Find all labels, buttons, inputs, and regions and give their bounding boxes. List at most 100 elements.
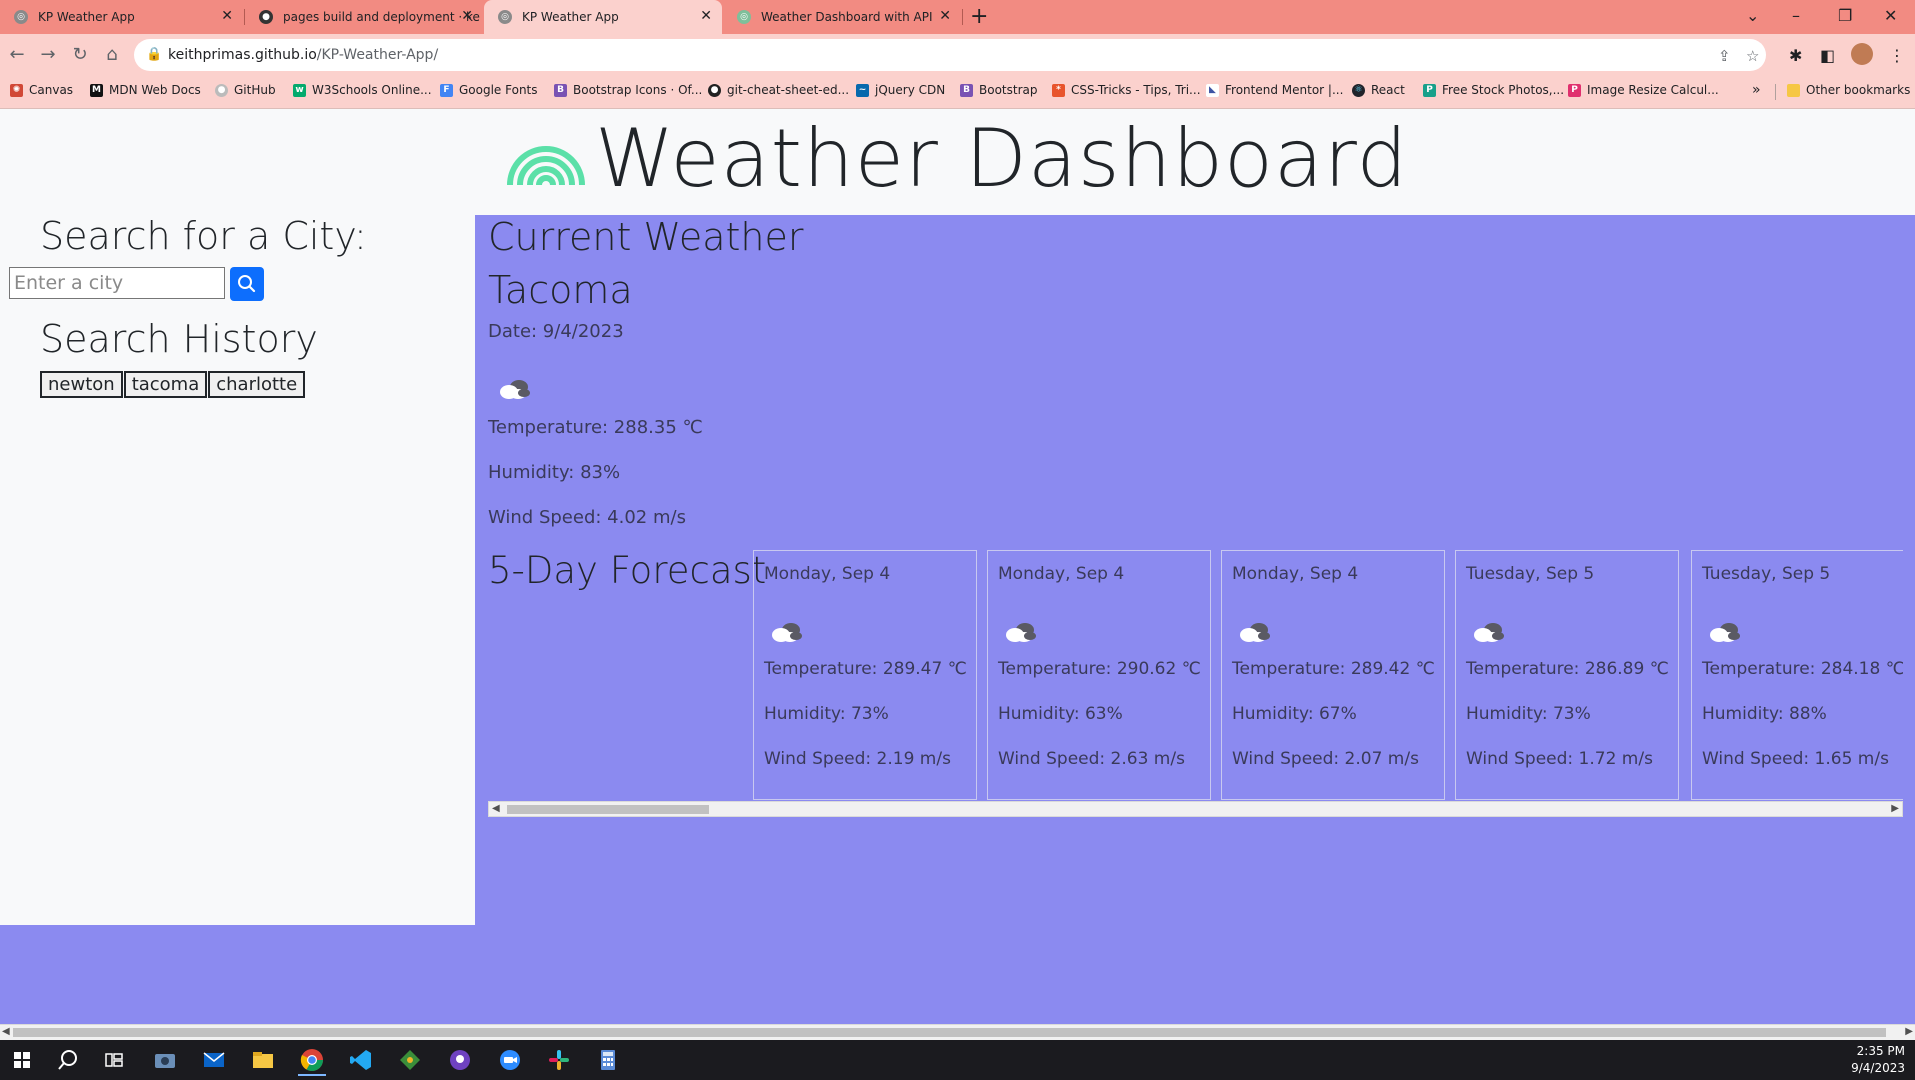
forecast-heading: 5-Day Forecast: [488, 549, 767, 592]
bookmark-git-cheat-sheet[interactable]: ● git-cheat-sheet-ed...: [708, 83, 849, 97]
address-bar[interactable]: 🔒 keithprimas.github.io/KP-Weather-App/ …: [134, 39, 1766, 71]
bookmark-google-fonts[interactable]: F Google Fonts: [440, 83, 538, 97]
bookmark-jquery[interactable]: ~ jQuery CDN: [856, 83, 945, 97]
camera-app-icon[interactable]: [151, 1046, 179, 1074]
bootstrap-icon: B: [554, 83, 567, 97]
forecast-card: Monday, Sep 4 Temperature: 289.47 ℃ Humi…: [753, 550, 977, 800]
more-bookmarks-icon[interactable]: »: [1752, 82, 1761, 98]
bookmark-mdn[interactable]: M MDN Web Docs: [90, 83, 201, 97]
bookmarks-bar: ✺ Canvas M MDN Web Docs ● GitHub w W3Schools…: [0, 76, 1915, 109]
bookmark-css-tricks[interactable]: * CSS-Tricks - Tips, Tri...: [1052, 83, 1201, 97]
system-clock[interactable]: 2:35 PM 9/4/2023: [1851, 1043, 1905, 1077]
canvas-icon: ✺: [10, 83, 23, 97]
cloud-icon: [1006, 623, 1036, 642]
bookmark-free-stock-photos[interactable]: P Free Stock Photos,...: [1423, 83, 1564, 97]
forecast-scrollbar[interactable]: ◀ ▶: [488, 801, 1903, 817]
vscode-icon[interactable]: [347, 1046, 375, 1074]
calculator-icon[interactable]: [594, 1046, 622, 1074]
forecast-date: Monday, Sep 4: [998, 564, 1125, 584]
github-icon: ●: [259, 10, 273, 24]
back-icon[interactable]: ←: [5, 43, 29, 67]
forecast-temperature: Temperature: 289.47 ℃: [764, 659, 967, 679]
menu-icon[interactable]: ⋮: [1889, 46, 1905, 65]
forecast-date: Monday, Sep 4: [1232, 564, 1359, 584]
page-viewport: Weather Dashboard Search for a City: Sea…: [0, 109, 1915, 1024]
scroll-left-icon[interactable]: ◀: [2, 1026, 10, 1037]
bookmark-bootstrap[interactable]: B Bootstrap: [960, 83, 1037, 97]
current-wind: Wind Speed: 4.02 m/s: [488, 507, 686, 528]
lock-icon[interactable]: 🔒: [146, 47, 162, 62]
minimize-button[interactable]: –: [1792, 6, 1800, 25]
search-icon: [238, 275, 256, 293]
folder-icon: [1787, 83, 1800, 97]
bookmark-frontend-mentor[interactable]: ◣ Frontend Mentor |...: [1206, 83, 1343, 97]
file-explorer-icon[interactable]: [249, 1046, 277, 1074]
task-view-icon[interactable]: [100, 1046, 128, 1074]
bookmark-react[interactable]: ⚛ React: [1352, 83, 1405, 97]
forecast-carousel[interactable]: Monday, Sep 4 Temperature: 289.47 ℃ Humi…: [753, 550, 1903, 800]
git-kraken-icon[interactable]: [396, 1046, 424, 1074]
search-icon[interactable]: [54, 1046, 82, 1074]
forward-icon[interactable]: →: [36, 43, 60, 67]
mail-icon[interactable]: [200, 1046, 228, 1074]
profile-avatar[interactable]: [1851, 43, 1873, 65]
mdn-icon: M: [90, 83, 103, 97]
jquery-icon: ~: [856, 83, 869, 97]
share-icon[interactable]: ⇪: [1718, 47, 1731, 65]
history-item-tacoma[interactable]: tacoma: [123, 371, 208, 398]
forecast-wind: Wind Speed: 1.72 m/s: [1466, 749, 1653, 769]
page-horizontal-scrollbar[interactable]: ◀ ▶: [0, 1024, 1915, 1040]
bookmark-w3schools[interactable]: w W3Schools Online...: [293, 83, 432, 97]
browser-toolbar: ← → ↻ ⌂ 🔒 keithprimas.github.io/KP-Weath…: [0, 34, 1915, 76]
forecast-card: Monday, Sep 4 Temperature: 290.62 ℃ Humi…: [987, 550, 1211, 800]
home-icon[interactable]: ⌂: [100, 43, 124, 67]
scroll-left-icon[interactable]: ◀: [492, 803, 500, 814]
scroll-right-icon[interactable]: ▶: [1905, 1026, 1913, 1037]
close-window-button[interactable]: ✕: [1884, 6, 1897, 25]
forecast-card: Tuesday, Sep 5 Temperature: 286.89 ℃ Hum…: [1455, 550, 1679, 800]
cloud-icon: [1240, 623, 1270, 642]
tab-search-icon[interactable]: ⌄: [1746, 6, 1759, 25]
other-bookmarks[interactable]: Other bookmarks: [1787, 83, 1910, 97]
side-panel-icon[interactable]: ◧: [1820, 46, 1835, 65]
chrome-icon[interactable]: [298, 1046, 326, 1076]
url-text[interactable]: keithprimas.github.io/KP-Weather-App/: [168, 47, 438, 63]
history-item-newton[interactable]: newton: [40, 371, 123, 398]
page-title: Weather Dashboard: [595, 112, 1409, 205]
bookmark-github[interactable]: ● GitHub: [215, 83, 276, 97]
reload-icon[interactable]: ↻: [68, 43, 92, 67]
browser-tab[interactable]: ● pages build and deployment · ke ✕: [245, 0, 483, 34]
bookmark-bootstrap-icons[interactable]: B Bootstrap Icons · Of...: [554, 83, 702, 97]
bookmark-image-resize[interactable]: P Image Resize Calcul...: [1568, 83, 1719, 97]
city-search-input[interactable]: [9, 267, 225, 299]
history-item-charlotte[interactable]: charlotte: [208, 371, 306, 398]
forecast-temperature: Temperature: 289.42 ℃: [1232, 659, 1435, 679]
current-temperature: Temperature: 288.35 ℃: [488, 417, 703, 438]
browser-tab[interactable]: ◎ Weather Dashboard with API ✕: [723, 0, 961, 34]
windows-start-icon[interactable]: [8, 1046, 36, 1074]
github-desktop-icon[interactable]: [446, 1046, 474, 1074]
slack-icon[interactable]: [545, 1046, 573, 1074]
zoom-icon[interactable]: [496, 1046, 524, 1074]
browser-tab[interactable]: ◎ KP Weather App ✕: [0, 0, 243, 34]
close-tab-icon[interactable]: ✕: [939, 9, 951, 23]
new-tab-button[interactable]: +: [970, 5, 988, 29]
browser-tab-active[interactable]: ◎ KP Weather App ✕: [484, 0, 722, 34]
w3schools-icon: w: [293, 83, 306, 97]
restore-button[interactable]: ❐: [1838, 6, 1852, 25]
forecast-humidity: Humidity: 73%: [1466, 704, 1591, 724]
history-heading: Search History: [40, 317, 318, 361]
extensions-icon[interactable]: ✱: [1789, 46, 1802, 65]
search-button[interactable]: [230, 267, 264, 301]
clock-date: 9/4/2023: [1851, 1061, 1905, 1075]
close-tab-icon[interactable]: ✕: [700, 9, 712, 23]
close-tab-icon[interactable]: ✕: [461, 9, 473, 23]
close-tab-icon[interactable]: ✕: [221, 9, 233, 23]
scrollbar-thumb[interactable]: [13, 1028, 1886, 1037]
scroll-right-icon[interactable]: ▶: [1891, 803, 1899, 814]
cloud-icon: [1474, 623, 1504, 642]
bookmark-star-icon[interactable]: ☆: [1746, 47, 1759, 65]
css-tricks-icon: *: [1052, 83, 1065, 97]
bookmark-canvas[interactable]: ✺ Canvas: [10, 83, 73, 97]
scrollbar-thumb[interactable]: [507, 805, 709, 814]
